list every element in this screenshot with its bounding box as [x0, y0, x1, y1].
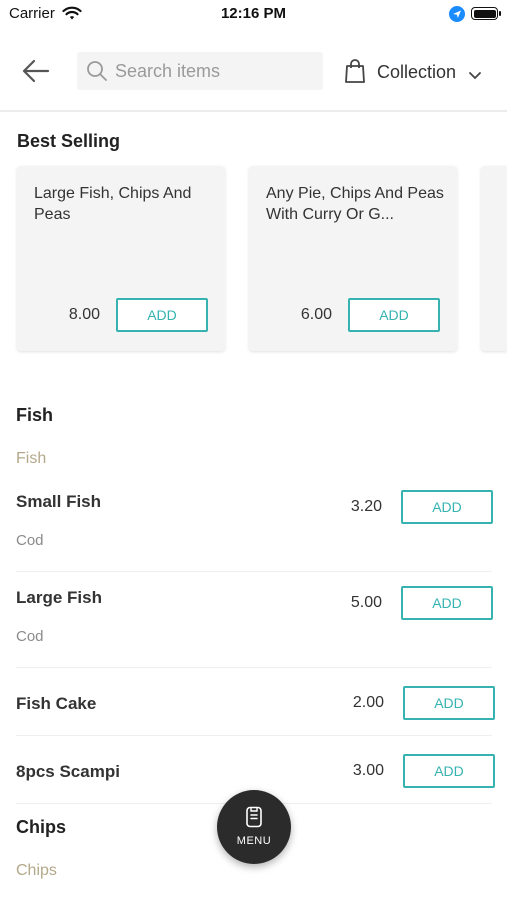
search-icon — [86, 60, 108, 87]
item-price: 3.00 — [352, 762, 384, 779]
add-button[interactable]: ADD — [403, 754, 495, 788]
location-arrow-icon — [449, 6, 465, 27]
category-title-chips: Chips — [16, 817, 67, 837]
clock-time: 12:16 PM — [220, 5, 287, 22]
shopping-bag-icon — [344, 58, 366, 89]
add-button[interactable]: ADD — [403, 686, 495, 720]
item-name: Small Fish — [16, 492, 102, 511]
card-item-price: 6.00 — [300, 306, 332, 323]
divider — [16, 571, 492, 572]
add-button[interactable]: ADD — [116, 298, 208, 332]
divider — [16, 667, 492, 668]
chevron-down-icon — [468, 68, 482, 86]
item-name: 8pcs Scampi — [16, 762, 120, 781]
back-button[interactable] — [20, 56, 52, 86]
battery-icon — [471, 7, 501, 20]
back-arrow-icon — [22, 59, 50, 83]
add-button[interactable]: ADD — [348, 298, 440, 332]
item-price: 3.20 — [350, 498, 382, 515]
category-subtitle-chips: Chips — [16, 862, 57, 879]
add-button[interactable]: ADD — [401, 586, 493, 620]
item-description: Cod — [16, 532, 44, 549]
add-button[interactable]: ADD — [401, 490, 493, 524]
category-subtitle-fish: Fish — [16, 450, 47, 467]
item-name: Fish Cake — [16, 694, 97, 713]
item-price: 5.00 — [350, 594, 382, 611]
card-item-price: 8.00 — [68, 306, 100, 323]
best-selling-card[interactable]: Large Fish, Chips And Peas 8.00 ADD — [17, 166, 225, 351]
category-title-fish: Fish — [16, 405, 54, 425]
best-selling-card-peek[interactable] — [481, 166, 507, 351]
divider — [16, 735, 492, 736]
collection-label: Collection — [377, 62, 457, 82]
menu-label: MENU — [236, 835, 272, 847]
search-input[interactable] — [115, 52, 315, 90]
item-name: Large Fish — [16, 588, 102, 607]
menu-book-icon — [245, 806, 263, 833]
search-box[interactable] — [77, 52, 323, 90]
card-item-name: Any Pie, Chips And Peas With Curry Or G.… — [266, 185, 444, 223]
card-item-name: Large Fish, Chips And Peas — [34, 185, 192, 223]
collection-dropdown[interactable]: Collection — [344, 56, 489, 88]
menu-button[interactable]: MENU — [217, 790, 291, 864]
item-description: Cod — [16, 628, 44, 645]
best-selling-card[interactable]: Any Pie, Chips And Peas With Curry Or G.… — [249, 166, 457, 351]
item-price: 2.00 — [352, 694, 384, 711]
status-bar: Carrier 12:16 PM — [0, 0, 507, 30]
top-bar: Collection — [0, 30, 507, 112]
best-selling-title: Best Selling — [17, 131, 121, 151]
